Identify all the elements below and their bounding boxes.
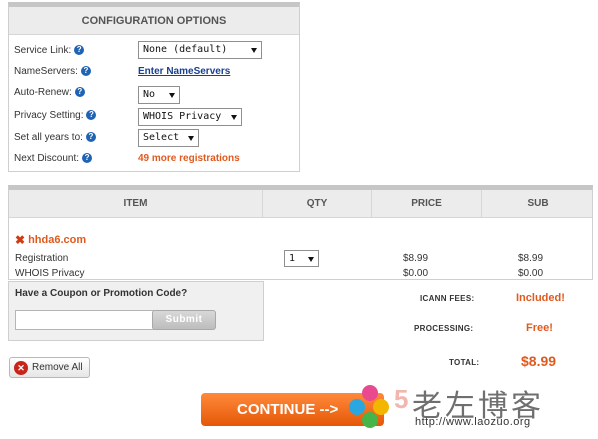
watermark-dot <box>349 399 365 415</box>
service-link-select[interactable]: None (default) <box>138 41 262 59</box>
chevron-down-icon <box>251 48 257 53</box>
privacy-setting-select[interactable]: WHOIS Privacy <box>138 108 242 126</box>
chevron-down-icon <box>188 136 194 141</box>
price-whois-privacy: $0.00 <box>403 268 429 279</box>
watermark-dot <box>362 385 378 401</box>
service-link-label-row: Service Link: ? <box>14 42 85 58</box>
coupon-panel: Have a Coupon or Promotion Code? Submit <box>8 281 264 341</box>
qty-value: 1 <box>289 253 296 264</box>
watermark-number: 5 <box>394 384 409 414</box>
service-link-label: Service Link: <box>14 44 72 56</box>
coupon-title: Have a Coupon or Promotion Code? <box>15 288 188 299</box>
column-header-item: ITEM <box>9 190 263 218</box>
qty-select[interactable]: 1 <box>284 250 319 267</box>
chevron-down-icon <box>308 257 314 262</box>
sub-whois-privacy: $0.00 <box>518 268 544 279</box>
nameservers-label: NameServers: <box>14 65 78 77</box>
nameservers-label-row: NameServers: ? <box>14 63 91 79</box>
watermark-url: http://www.laozuo.org <box>415 416 531 428</box>
column-header-qty: QTY <box>263 190 372 218</box>
config-title: CONFIGURATION OPTIONS <box>9 7 299 35</box>
set-all-years-select[interactable]: Select <box>138 129 199 147</box>
enter-nameservers-link[interactable]: Enter NameServers <box>138 66 230 77</box>
icann-fees-label: ICANN FEES: <box>420 294 475 303</box>
configuration-options-panel: CONFIGURATION OPTIONS Service Link: ? No… <box>8 2 300 172</box>
help-icon[interactable]: ? <box>82 153 93 163</box>
service-link-value: None (default) <box>143 44 228 55</box>
cart-header: ITEM QTY PRICE SUB <box>9 190 592 218</box>
set-all-years-label: Set all years to: <box>14 131 83 143</box>
watermark-dot <box>373 399 389 415</box>
price-registration: $8.99 <box>403 253 429 264</box>
next-discount-label: Next Discount: <box>14 152 80 164</box>
cart-table: ITEM QTY PRICE SUB ✖ hhda6.com Registrat… <box>8 185 593 280</box>
sub-registration: $8.99 <box>518 253 544 264</box>
auto-renew-select[interactable]: No <box>138 86 180 104</box>
next-discount-value: 49 more registrations <box>138 152 240 164</box>
privacy-setting-label-row: Privacy Setting: ? <box>14 107 97 123</box>
set-all-years-value: Select <box>143 132 180 143</box>
processing-value: Free! <box>526 322 553 334</box>
total-value: $8.99 <box>521 353 557 369</box>
domain-name: hhda6.com <box>28 234 87 246</box>
set-all-years-label-row: Set all years to: ? <box>14 129 96 145</box>
auto-renew-value: No <box>143 89 156 100</box>
remove-all-button[interactable]: ✕ Remove All <box>9 357 90 378</box>
auto-renew-label-row: Auto-Renew: ? <box>14 84 85 100</box>
next-discount-label-row: Next Discount: ? <box>14 150 93 166</box>
line-item-whois-privacy: WHOIS Privacy <box>15 268 85 279</box>
privacy-setting-value: WHOIS Privacy <box>143 111 222 122</box>
privacy-setting-label: Privacy Setting: <box>14 109 84 121</box>
remove-all-label: Remove All <box>32 362 83 373</box>
watermark-dot <box>362 412 378 428</box>
help-icon[interactable]: ? <box>74 45 85 55</box>
remove-icon: ✕ <box>14 360 28 375</box>
auto-renew-label: Auto-Renew: <box>14 86 72 98</box>
total-label: TOTAL: <box>449 358 480 367</box>
column-header-sub: SUB <box>527 198 549 209</box>
line-item-registration: Registration <box>15 253 69 264</box>
coupon-code-input[interactable] <box>15 310 154 330</box>
cart-domain: ✖ hhda6.com <box>15 234 86 246</box>
watermark-logo <box>349 385 393 429</box>
coupon-submit-button[interactable]: Submit <box>152 310 216 330</box>
remove-item-icon[interactable]: ✖ <box>15 234 25 246</box>
help-icon[interactable]: ? <box>80 66 91 76</box>
processing-label: PROCESSING: <box>414 324 474 333</box>
chevron-down-icon <box>169 93 175 98</box>
chevron-down-icon <box>231 115 237 120</box>
help-icon[interactable]: ? <box>86 110 97 120</box>
help-icon[interactable]: ? <box>74 87 85 97</box>
icann-fees-value: Included! <box>516 292 565 304</box>
column-header-price: PRICE <box>372 190 482 218</box>
help-icon[interactable]: ? <box>85 132 96 142</box>
